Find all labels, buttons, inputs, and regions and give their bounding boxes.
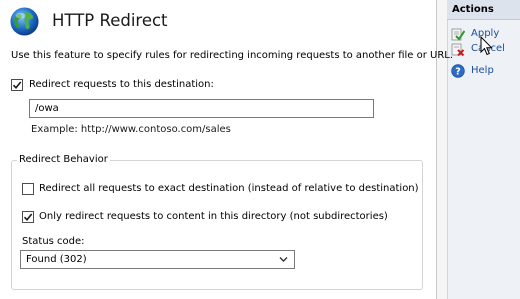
redirect-enabled-checkbox[interactable] [11, 79, 23, 91]
status-code-label: Status code: [22, 236, 85, 247]
status-code-select[interactable]: Found (302) [20, 250, 295, 269]
exact-destination-checkbox[interactable] [22, 183, 34, 195]
globe-icon [10, 7, 39, 36]
cancel-x-icon [451, 43, 465, 56]
exact-destination-label[interactable]: Redirect all requests to exact destinati… [39, 183, 419, 194]
checkmark-icon [12, 81, 22, 90]
destination-value: /owa [35, 103, 59, 114]
svg-text:?: ? [455, 67, 461, 78]
redirect-enabled-label[interactable]: Redirect requests to this destination: [29, 79, 214, 90]
directory-only-label[interactable]: Only redirect requests to content in thi… [39, 211, 388, 222]
mouse-cursor-icon [480, 36, 493, 56]
apply-check-icon [451, 28, 465, 41]
page-title: HTTP Redirect [52, 11, 168, 30]
feature-description: Use this feature to specify rules for re… [11, 50, 454, 61]
checkmark-icon [23, 213, 33, 222]
status-code-value: Found (302) [26, 254, 87, 265]
destination-example: Example: http://www.contoso.com/sales [31, 124, 231, 135]
help-action[interactable]: ? Help [451, 64, 520, 80]
pane-gap [437, 0, 447, 299]
destination-input[interactable]: /owa [29, 99, 374, 118]
help-label: Help [471, 65, 494, 76]
chevron-down-icon [279, 257, 288, 262]
redirect-behavior-group [11, 160, 423, 290]
actions-header: Actions [447, 0, 520, 20]
help-icon: ? [451, 64, 465, 78]
redirect-behavior-legend: Redirect Behavior [17, 154, 110, 165]
directory-only-checkbox[interactable] [22, 211, 34, 223]
